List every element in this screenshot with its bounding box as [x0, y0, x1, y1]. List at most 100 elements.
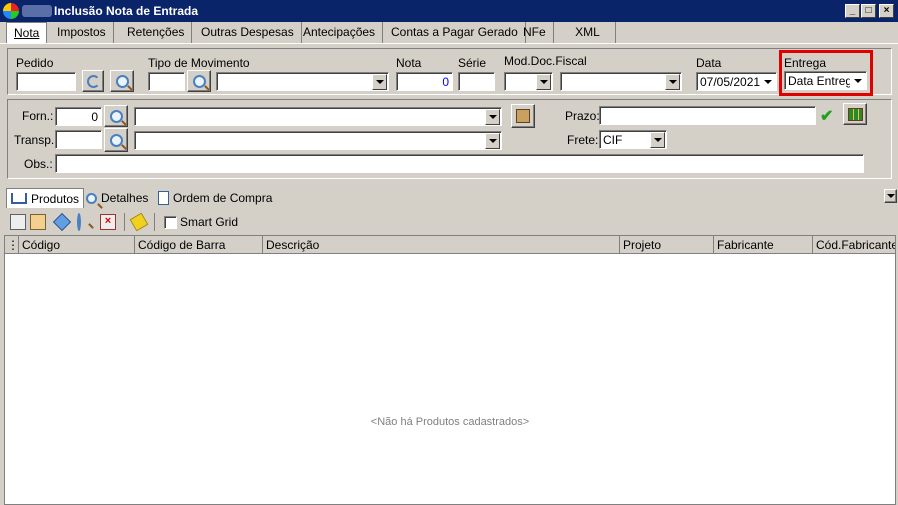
prazo-label: Prazo:: [565, 109, 600, 123]
grid-header: ⋮ Código Código de Barra Descrição Proje…: [5, 236, 895, 254]
smart-grid-checkbox[interactable]: [164, 216, 177, 229]
subtab-detalhes[interactable]: Detalhes: [82, 188, 152, 208]
window-title: Inclusão Nota de Entrada: [54, 4, 199, 18]
entrega-label: Entrega: [784, 56, 827, 70]
nota-input[interactable]: 0: [396, 72, 453, 91]
chevron-down-icon: [372, 74, 387, 90]
sub-tabs: Produtos Detalhes Ordem de Compra: [0, 186, 898, 210]
chevron-down-icon: [665, 74, 680, 90]
column-fabricante[interactable]: Fabricante: [714, 236, 813, 254]
tab-nota[interactable]: Nota: [6, 22, 48, 43]
toolbar-divider: [124, 213, 125, 231]
mod-doc-desc-select[interactable]: [560, 72, 682, 91]
tipo-mov-search-button[interactable]: [187, 70, 211, 92]
subtab-produtos[interactable]: Produtos: [6, 188, 85, 208]
magnifier-icon: [109, 109, 123, 123]
column-cod-fabricante[interactable]: Cód.Fabricante: [813, 236, 895, 254]
label-icon[interactable]: [129, 212, 149, 232]
subtab-ordem-compra[interactable]: Ordem de Compra: [154, 188, 276, 208]
tab-retencoes[interactable]: Retenções: [120, 22, 193, 43]
frete-label: Frete:: [567, 133, 599, 147]
column-codigo-barra[interactable]: Código de Barra: [135, 236, 263, 254]
pedido-input[interactable]: [16, 72, 76, 91]
subtab-label: Ordem de Compra: [173, 191, 273, 205]
blurred-title-prefix: [22, 5, 52, 17]
subtab-label: Detalhes: [101, 191, 149, 205]
chevron-down-icon: [850, 73, 865, 89]
tab-label: Retenções: [127, 25, 185, 39]
tipo-mov-label: Tipo de Movimento: [148, 56, 250, 70]
forn-details-button[interactable]: [511, 104, 535, 128]
minimize-button[interactable]: _: [845, 4, 860, 18]
tag-icon[interactable]: [52, 212, 72, 232]
obs-label: Obs.:: [24, 157, 53, 171]
magnifier-icon: [86, 192, 97, 204]
tab-antecipacoes[interactable]: Antecipações: [296, 22, 384, 43]
edit-item-icon[interactable]: [30, 214, 46, 230]
entrega-value: Data Entrega: [788, 74, 859, 88]
serie-label: Série: [458, 56, 487, 70]
forn-search-button[interactable]: [104, 105, 128, 127]
empty-message: <Não há Produtos cadastrados>: [370, 416, 530, 428]
title-bar: Inclusão Nota de Entrada _ □ ×: [0, 0, 898, 22]
new-item-icon[interactable]: [10, 214, 26, 230]
tab-impostos[interactable]: Impostos: [50, 22, 114, 43]
transp-label: Transp.:: [14, 133, 58, 147]
toolbar-divider: [154, 213, 155, 231]
column-projeto[interactable]: Projeto: [620, 236, 714, 254]
obs-input[interactable]: [55, 154, 864, 173]
entrega-select[interactable]: Data Entrega: [784, 71, 867, 90]
tab-xml[interactable]: XML: [560, 22, 616, 43]
refresh-button[interactable]: [82, 70, 104, 92]
tipo-mov-select[interactable]: [216, 72, 389, 91]
app-icon: [3, 3, 19, 19]
forn-input[interactable]: 0: [55, 107, 102, 126]
products-grid: ⋮ Código Código de Barra Descrição Proje…: [4, 235, 896, 505]
frete-value: CIF: [603, 133, 623, 147]
main-tabs: Nota Impostos Retenções Outras Despesas …: [0, 22, 898, 44]
refresh-icon: [86, 74, 100, 88]
chevron-down-icon: [485, 109, 500, 125]
calendar-grid-button[interactable]: [843, 103, 867, 125]
serie-input[interactable]: [458, 72, 495, 91]
data-value: 07/05/2021: [700, 75, 761, 89]
tab-outras-despesas[interactable]: Outras Despesas: [194, 22, 302, 43]
supplier-panel: Forn.: 0 Transp.: Obs.: Prazo: ✔ Frete: …: [7, 99, 892, 179]
column-descricao[interactable]: Descrição: [263, 236, 620, 254]
frete-select[interactable]: CIF: [599, 130, 667, 149]
chevron-down-icon: [886, 194, 895, 198]
maximize-button[interactable]: □: [861, 4, 876, 18]
pedido-search-button[interactable]: [110, 70, 134, 92]
tab-contas-pagar[interactable]: Contas a Pagar Gerado: [384, 22, 526, 43]
tab-label: Contas a Pagar Gerado: [391, 25, 518, 39]
document-person-icon: [516, 109, 530, 123]
transp-input[interactable]: [55, 130, 102, 149]
calendar-icon: [847, 107, 863, 121]
checkmark-icon[interactable]: ✔: [820, 106, 838, 125]
column-codigo[interactable]: Código: [19, 236, 135, 254]
data-picker[interactable]: 07/05/2021: [696, 72, 777, 91]
forn-select[interactable]: [134, 107, 502, 126]
tab-nfe[interactable]: NFe: [516, 22, 554, 43]
chevron-down-icon: [760, 74, 775, 90]
column-menu-icon[interactable]: ⋮: [5, 236, 19, 254]
chevron-down-icon: [536, 74, 551, 90]
subtab-label: Produtos: [31, 191, 80, 206]
prazo-input[interactable]: [599, 106, 816, 125]
transp-search-button[interactable]: [104, 128, 128, 152]
tipo-mov-code-input[interactable]: [148, 72, 185, 91]
document-icon: [158, 191, 169, 205]
close-button[interactable]: ×: [879, 4, 894, 18]
forn-label: Forn.:: [22, 109, 54, 123]
tab-label: Antecipações: [303, 25, 376, 39]
header-panel: Pedido Tipo de Movimento Nota 0 Série Mo…: [7, 48, 892, 96]
cart-icon: [11, 193, 27, 204]
tab-label: Impostos: [57, 25, 106, 39]
subtab-menu-button[interactable]: [884, 189, 897, 203]
delete-item-icon[interactable]: ×: [100, 214, 116, 230]
transp-select[interactable]: [134, 131, 502, 150]
chevron-down-icon: [650, 132, 665, 148]
tab-label: Outras Despesas: [201, 25, 294, 39]
search-item-icon[interactable]: [77, 213, 81, 231]
mod-doc-select[interactable]: [504, 72, 553, 91]
